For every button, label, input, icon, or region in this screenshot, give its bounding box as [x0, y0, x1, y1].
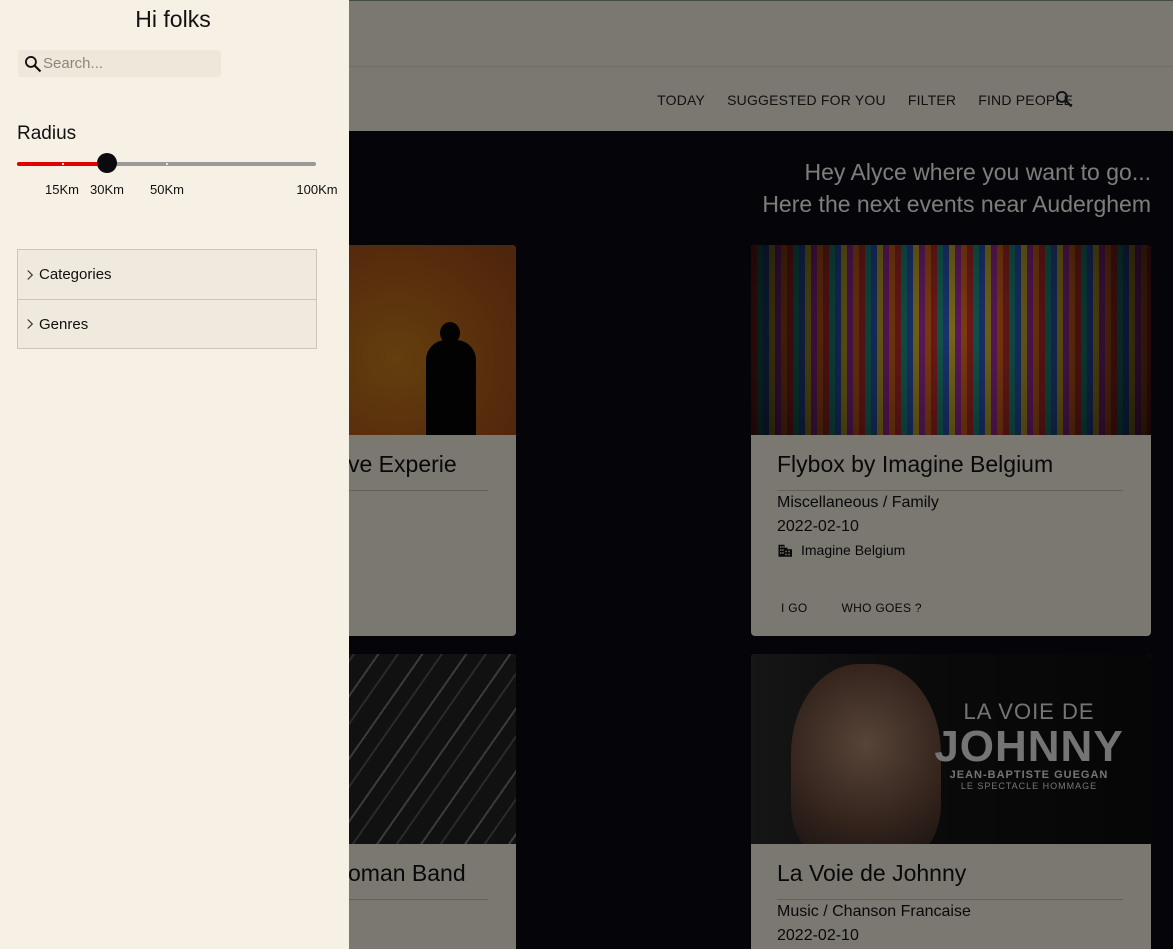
chevron-right-icon: [27, 319, 34, 329]
accordion-categories[interactable]: Categories: [18, 250, 316, 299]
slider-thumb[interactable]: [97, 153, 117, 173]
radius-mark-50: 50Km: [150, 182, 184, 197]
accordion-genres[interactable]: Genres: [18, 299, 316, 348]
radius-slider[interactable]: [17, 153, 316, 173]
radius-mark-30: 30Km: [90, 182, 124, 197]
radius-mark-100: 100Km: [296, 182, 338, 197]
slider-step-dot: [166, 163, 168, 165]
accordion-label: Genres: [39, 315, 89, 333]
drawer-title: Hi folks: [135, 6, 211, 32]
radius-mark-15: 15Km: [45, 182, 79, 197]
radius-label: Radius: [17, 123, 77, 144]
search-box: [18, 50, 221, 77]
slider-step-dot: [62, 163, 64, 165]
filter-drawer: Hi folks Radius 15Km 30Km 50Km 100Km Cat…: [0, 0, 349, 949]
search-icon: [25, 56, 42, 73]
accordion-label: Categories: [39, 266, 112, 283]
chevron-right-icon: [27, 269, 34, 280]
search-input[interactable]: [43, 52, 218, 75]
filter-accordion: Categories Genres: [17, 249, 317, 349]
